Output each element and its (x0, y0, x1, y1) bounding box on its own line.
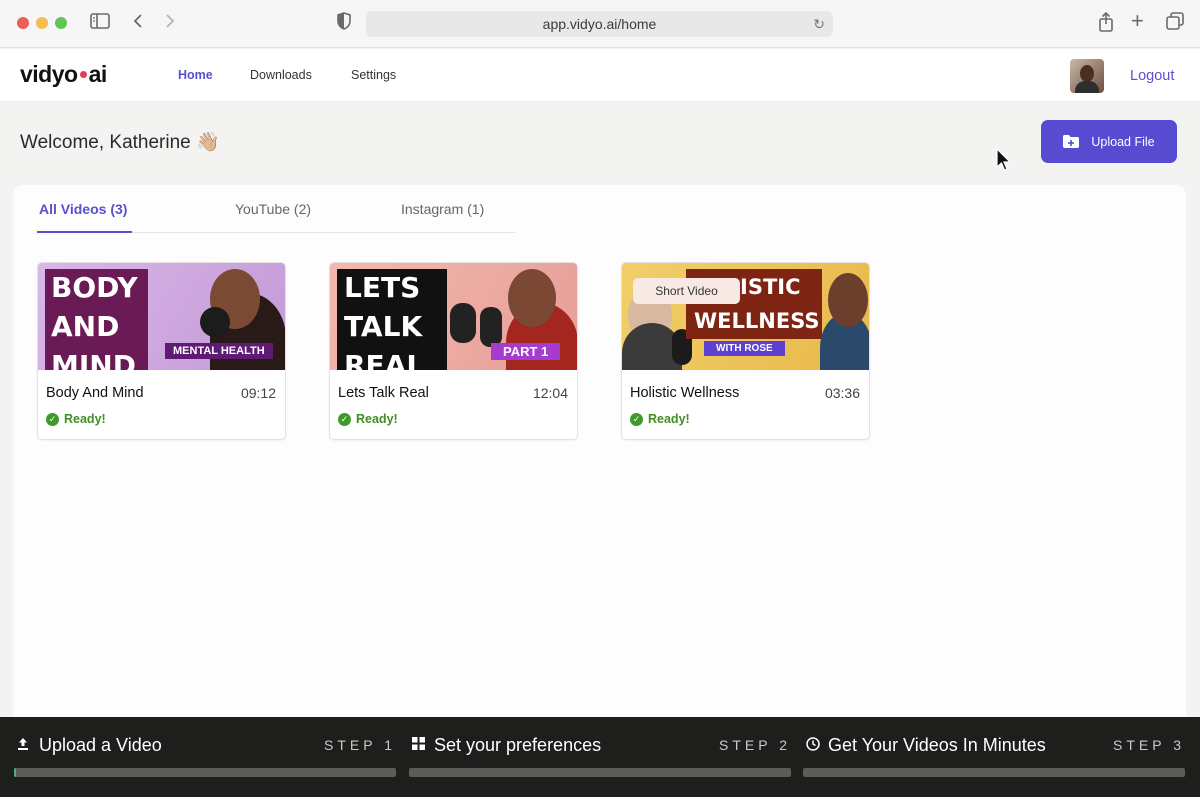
video-thumbnail: ISTIC WELLNESS WITH ROSE Short Video (622, 263, 869, 370)
video-title: Body And Mind (46, 385, 144, 401)
upload-icon (17, 737, 29, 754)
step-number: STEP 3 (1113, 737, 1185, 753)
step-label: Upload a Video (39, 735, 162, 755)
video-thumbnail: BODY AND MIND MENTAL HEALTH (38, 263, 285, 370)
reload-icon[interactable]: ↻ (813, 11, 825, 37)
check-circle-icon: ✓ (338, 412, 351, 426)
video-thumbnail: LETS TALK REAL PART 1 (330, 263, 577, 370)
mouse-cursor-icon (996, 147, 1012, 177)
step-upload-video: Upload a Video STEP 1 (14, 717, 396, 797)
step-set-preferences: Set your preferences STEP 2 (409, 717, 791, 797)
step-label: Get Your Videos In Minutes (828, 735, 1046, 755)
maximize-window-button[interactable] (55, 17, 67, 29)
address-bar[interactable]: app.vidyo.ai/home ↻ (366, 11, 833, 37)
status-badge: ✓ Ready! (338, 412, 398, 426)
status-badge: ✓ Ready! (630, 412, 690, 426)
step-progress-bar (409, 768, 791, 777)
sidebar-toggle-icon[interactable] (90, 12, 110, 34)
tab-youtube[interactable]: YouTube (2) (235, 201, 311, 217)
minimize-window-button[interactable] (36, 17, 48, 29)
upload-file-label: Upload File (1091, 134, 1155, 149)
logo-text-left: vidyo (20, 61, 78, 87)
folder-plus-icon (1063, 135, 1080, 148)
video-duration: 09:12 (240, 385, 276, 401)
videos-panel: All Videos (3) YouTube (2) Instagram (1)… (13, 185, 1186, 725)
welcome-message: Welcome, Katherine 👋🏼 (20, 132, 220, 153)
active-tab-indicator (37, 231, 132, 233)
logo-text-right: ai (88, 61, 108, 87)
privacy-shield-icon[interactable] (336, 12, 352, 35)
step-progress-bar (14, 768, 396, 777)
forward-icon[interactable] (164, 12, 176, 34)
check-circle-icon: ✓ (630, 412, 643, 426)
app-header: vidyo ai Home Downloads Settings Logout (0, 49, 1200, 102)
clock-icon (806, 737, 820, 754)
onboarding-steps: Upload a Video STEP 1 Set your preferenc… (0, 717, 1200, 797)
logo-dot (79, 71, 87, 78)
logout-link[interactable]: Logout (1130, 68, 1174, 84)
step-label: Set your preferences (434, 735, 602, 755)
video-tabs: All Videos (3) YouTube (2) Instagram (1) (37, 185, 515, 233)
video-card-lets-talk-real[interactable]: LETS TALK REAL PART 1 Lets Talk Real 12:… (329, 262, 578, 440)
step-number: STEP 2 (719, 737, 791, 753)
user-avatar[interactable] (1070, 59, 1104, 93)
url-text: app.vidyo.ai/home (542, 16, 657, 32)
tab-overview-icon[interactable] (1166, 12, 1184, 35)
nav-downloads[interactable]: Downloads (250, 68, 312, 82)
nav-settings[interactable]: Settings (351, 68, 396, 82)
step-get-videos: Get Your Videos In Minutes STEP 3 (803, 717, 1185, 797)
step-progress-bar (803, 768, 1185, 777)
vidyo-logo[interactable]: vidyo ai (20, 61, 107, 88)
grid-icon (412, 737, 425, 753)
share-icon[interactable] (1098, 11, 1114, 37)
new-tab-icon[interactable]: + (1131, 10, 1144, 32)
video-card-body-and-mind[interactable]: BODY AND MIND MENTAL HEALTH Body And Min… (37, 262, 286, 440)
upload-file-button[interactable]: Upload File (1041, 120, 1177, 163)
video-title: Holistic Wellness (630, 385, 740, 401)
step-number: STEP 1 (324, 737, 396, 753)
tab-all-videos[interactable]: All Videos (3) (39, 201, 127, 217)
video-duration: 12:04 (532, 385, 568, 401)
back-icon[interactable] (132, 12, 144, 34)
video-title: Lets Talk Real (338, 385, 429, 401)
video-duration: 03:36 (824, 385, 860, 401)
nav-home[interactable]: Home (178, 68, 213, 82)
check-circle-icon: ✓ (46, 412, 59, 426)
close-window-button[interactable] (17, 17, 29, 29)
status-badge: ✓ Ready! (46, 412, 106, 426)
browser-toolbar: app.vidyo.ai/home ↻ + (0, 0, 1200, 48)
short-video-badge: Short Video (633, 278, 740, 304)
tab-instagram[interactable]: Instagram (1) (401, 201, 484, 217)
video-card-holistic-wellness[interactable]: ISTIC WELLNESS WITH ROSE Short Video Hol… (621, 262, 870, 440)
